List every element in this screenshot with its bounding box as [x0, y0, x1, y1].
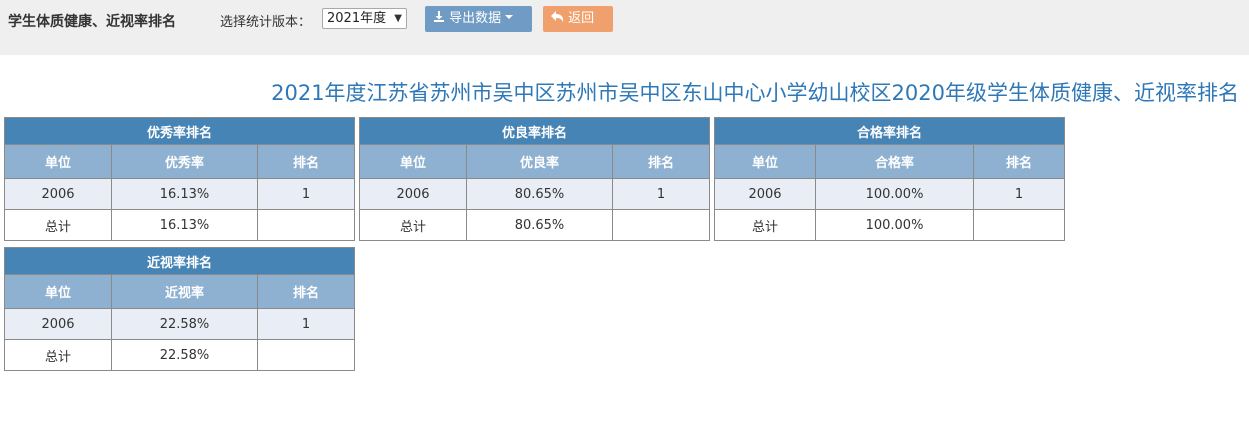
rank-cell: 1 — [972, 178, 1066, 210]
column-header: 单位 — [4, 274, 112, 309]
column-header: 优秀率 — [111, 144, 258, 179]
page-heading: 学生体质健康、近视率排名 — [8, 14, 176, 30]
table-row: 2006 16.13% 1 — [4, 178, 356, 210]
rank-cell: 1 — [256, 178, 356, 210]
rate-cell: 22.58% — [111, 308, 258, 340]
column-header: 排名 — [611, 144, 711, 179]
rate-cell: 80.65% — [466, 209, 613, 241]
column-header: 排名 — [972, 144, 1066, 179]
rank-cell: 1 — [256, 308, 356, 340]
unit-cell: 总计 — [359, 209, 467, 241]
unit-cell: 总计 — [4, 209, 112, 241]
myopia-rate-table: 近视率排名 单位 近视率 排名 2006 22.58% 1 总计 22.58% — [3, 247, 356, 371]
table-row: 总计 80.65% — [359, 209, 711, 241]
triangle-down-icon: ▼ — [394, 13, 402, 24]
unit-cell: 2006 — [359, 178, 467, 210]
export-data-label: 导出数据 — [449, 11, 502, 26]
version-label: 选择统计版本： — [220, 15, 312, 30]
rate-cell: 22.58% — [111, 339, 258, 371]
rank-cell — [972, 209, 1066, 241]
export-data-button[interactable]: 导出数据 — [425, 6, 532, 32]
pass-rate-table: 合格率排名 单位 合格率 排名 2006 100.00% 1 总计 100.00… — [713, 117, 1066, 241]
column-header: 单位 — [714, 144, 816, 179]
rate-cell: 100.00% — [815, 209, 974, 241]
table-caption: 优良率排名 — [358, 117, 711, 145]
download-icon — [434, 11, 444, 22]
version-select[interactable]: 2021年度 ▼ — [322, 8, 407, 29]
rate-cell: 16.13% — [111, 178, 258, 210]
excellent-rate-table: 优秀率排名 单位 优秀率 排名 2006 16.13% 1 总计 16.13% — [3, 117, 356, 241]
rate-cell: 80.65% — [466, 178, 613, 210]
table-caption: 合格率排名 — [713, 117, 1066, 145]
column-header: 单位 — [359, 144, 467, 179]
column-header: 合格率 — [815, 144, 974, 179]
table-caption: 近视率排名 — [3, 247, 356, 275]
back-label: 返回 — [568, 11, 595, 26]
rank-cell — [611, 209, 711, 241]
version-select-value: 2021年度 — [327, 11, 387, 26]
rank-cell: 1 — [611, 178, 711, 210]
table-row: 2006 100.00% 1 — [714, 178, 1066, 210]
caret-down-icon — [505, 15, 514, 19]
column-header: 排名 — [256, 144, 356, 179]
report-title: 2021年度江苏省苏州市吴中区苏州市吴中区东山中心小学幼山校区2020年级学生体… — [271, 81, 1239, 105]
table-row: 2006 22.58% 1 — [4, 308, 356, 340]
unit-cell: 总计 — [714, 209, 816, 241]
column-header: 优良率 — [466, 144, 613, 179]
column-header: 近视率 — [111, 274, 258, 309]
unit-cell: 2006 — [4, 308, 112, 340]
table-row: 总计 16.13% — [4, 209, 356, 241]
rank-cell — [256, 339, 356, 371]
table-caption: 优秀率排名 — [3, 117, 356, 145]
column-header: 单位 — [4, 144, 112, 179]
back-button[interactable]: 返回 — [543, 6, 613, 32]
top-toolbar: 学生体质健康、近视率排名 选择统计版本： 2021年度 ▼ 导出数据 返回 — [0, 0, 1249, 55]
rate-cell: 16.13% — [111, 209, 258, 241]
rate-cell: 100.00% — [815, 178, 974, 210]
table-row: 总计 100.00% — [714, 209, 1066, 241]
undo-arrow-icon — [551, 11, 564, 22]
good-rate-table: 优良率排名 单位 优良率 排名 2006 80.65% 1 总计 80.65% — [358, 117, 711, 241]
unit-cell: 2006 — [714, 178, 816, 210]
table-row: 2006 80.65% 1 — [359, 178, 711, 210]
unit-cell: 2006 — [4, 178, 112, 210]
unit-cell: 总计 — [4, 339, 112, 371]
column-header: 排名 — [256, 274, 356, 309]
table-row: 总计 22.58% — [4, 339, 356, 371]
rank-cell — [256, 209, 356, 241]
